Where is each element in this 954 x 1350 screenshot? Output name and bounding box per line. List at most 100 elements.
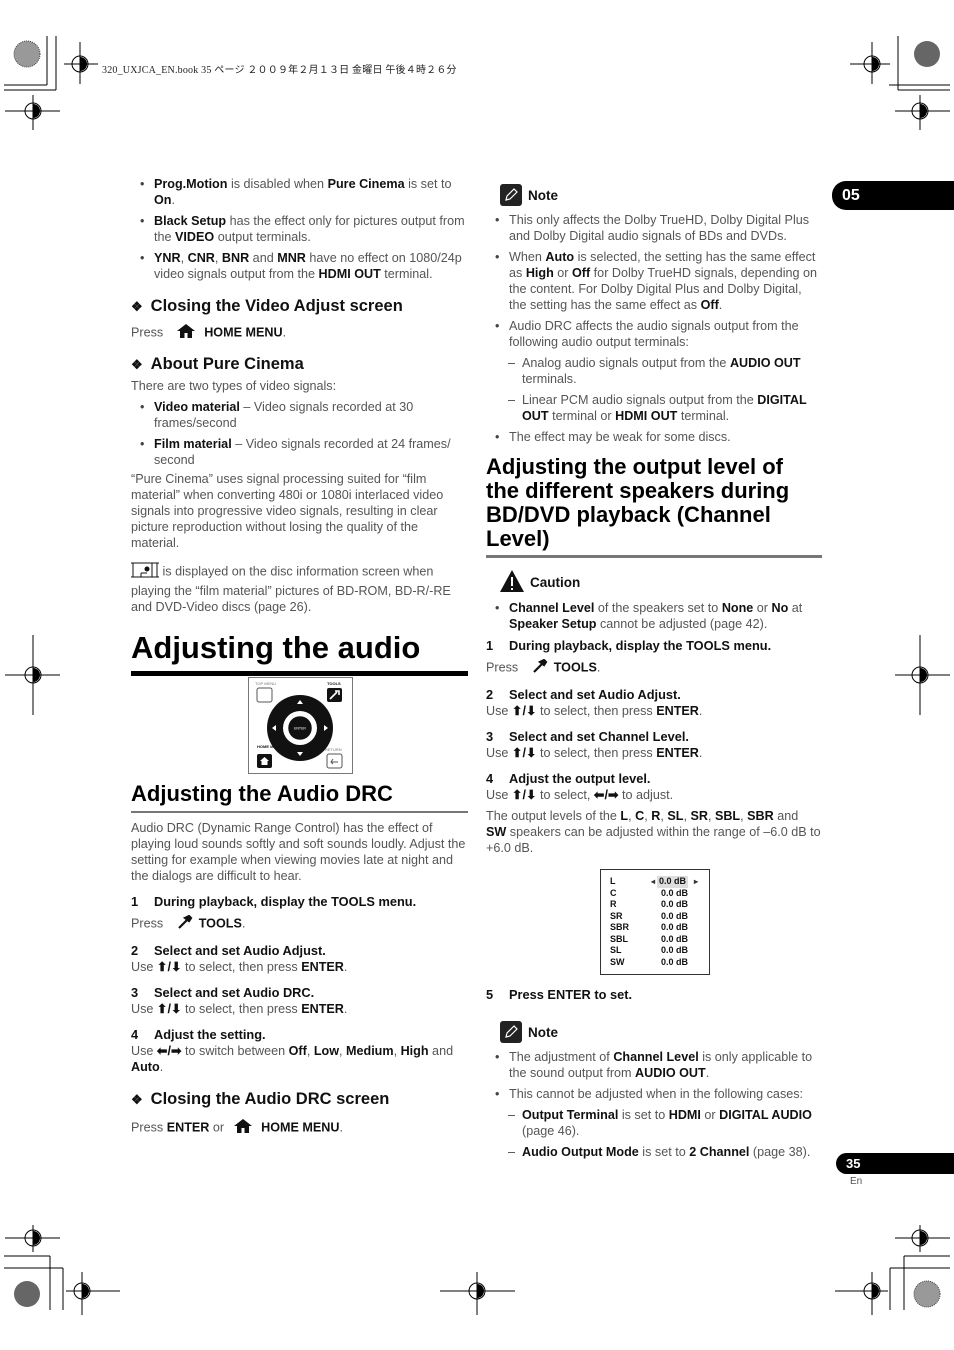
body-text: of the speakers set to	[594, 601, 722, 615]
enter-key-label: ENTER	[166, 1120, 210, 1135]
emphasis-text: 2 Channel	[689, 1145, 750, 1159]
body-text: ,	[707, 809, 715, 823]
list-item: Audio Output Mode is set to 2 Channel (p…	[486, 1144, 822, 1160]
closing-drc-instruction: Press ENTER or HOME MENU.	[131, 1119, 468, 1137]
increase-arrow-icon[interactable]: ▸	[694, 876, 698, 888]
list-item: This only affects the Dolby TrueHD, Dolb…	[486, 212, 822, 244]
emphasis-text: Auto	[545, 250, 575, 264]
remote-graphic: TOP MENU TOOLS ENTER HOME MENU RETURN	[255, 681, 343, 769]
right-column: Note This only affects the Dolby TrueHD,…	[486, 184, 822, 856]
step-3: 3 Select and set Audio DRC. Use ⬆/⬇ to se…	[131, 985, 468, 1017]
closing-video-instruction: Press HOME MENU.	[131, 324, 468, 342]
emphasis-text: R	[651, 809, 661, 823]
channel-value: 0.0 dB	[660, 956, 688, 967]
channel-row[interactable]: R 0.0 dB	[610, 899, 700, 911]
return-key[interactable]	[326, 753, 343, 769]
top-menu-key[interactable]	[256, 687, 273, 703]
instruction-text: to adjust.	[618, 788, 674, 802]
emphasis-text: Off	[288, 1044, 307, 1058]
pure-cinema-paragraph: “Pure Cinema” uses signal processing sui…	[131, 472, 444, 550]
diamond-icon: ❖	[131, 357, 143, 372]
emphasis-text: On	[154, 193, 172, 207]
emphasis-text: Audio Output Mode	[522, 1145, 639, 1159]
channel-row[interactable]: SW 0.0 dB	[610, 957, 700, 969]
up-down-arrows-icon: ⬆/⬇	[156, 1002, 182, 1016]
list-item: Audio DRC affects the audio signals outp…	[486, 318, 822, 350]
body-text: terminal.	[677, 409, 730, 423]
step-text: Adjust the setting.	[154, 1027, 266, 1042]
home-icon	[176, 324, 195, 342]
emphasis-text: CNR	[187, 251, 215, 265]
emphasis-text: SBR	[747, 809, 774, 823]
note-list: The adjustment of Channel Level is only …	[486, 1049, 822, 1102]
caution-list: Channel Level of the speakers set to Non…	[486, 600, 822, 632]
or-text: or	[209, 1120, 228, 1135]
emphasis-text: DIGITAL AUDIO	[719, 1108, 812, 1122]
body-text: Analog audio signals output from the	[522, 356, 730, 370]
body-text: output terminals.	[214, 230, 311, 244]
body-text: and	[773, 809, 799, 823]
emphasis-text: No	[771, 601, 789, 615]
tools-label: TOOLS	[327, 681, 341, 686]
heading-text: Closing the Video Adjust screen	[150, 297, 403, 315]
emphasis-text: Output Terminal	[522, 1108, 619, 1122]
note-list-end: The effect may be weak for some discs.	[486, 429, 822, 445]
emphasis-text: C	[635, 809, 645, 823]
channel-name: SR	[610, 910, 623, 921]
instruction-text: to select, then press	[181, 960, 302, 974]
home-menu-label: HOME MENU	[257, 744, 282, 749]
channel-row[interactable]: SL 0.0 dB	[610, 945, 700, 957]
home-icon	[233, 1119, 252, 1137]
emphasis-text: AUDIO OUT	[729, 356, 801, 370]
home-menu-button-label: HOME MENU	[261, 1120, 340, 1135]
emphasis-text: Speaker Setup	[509, 617, 597, 631]
emphasis-text: Off	[572, 266, 591, 280]
step-2: 2 Select and set Audio Adjust. Use ⬆/⬇ to…	[131, 943, 468, 975]
channel-row[interactable]: C 0.0 dB	[610, 888, 700, 900]
step-title: 1 During playback, display the TOOLS menu…	[131, 894, 468, 910]
channel-name: R	[610, 899, 617, 909]
heading-text: About Pure Cinema	[150, 355, 304, 373]
use-label: Use	[486, 746, 509, 760]
signal-types: Video material – Video signals recorded …	[131, 399, 468, 468]
list-item: Prog.Motion is disabled when Pure Cinema…	[131, 176, 468, 208]
channel-row[interactable]: SBL 0.0 dB	[610, 934, 700, 946]
body-text: ,	[393, 1044, 401, 1058]
diamond-icon: ❖	[131, 299, 143, 314]
body-text: ,	[339, 1044, 346, 1058]
channel-row[interactable]: SR 0.0 dB	[610, 911, 700, 923]
body-text: is set to	[638, 1145, 690, 1159]
channel-row[interactable]: ◂ ▸ L 0.0 dB	[610, 876, 700, 888]
channel-name: C	[610, 887, 617, 898]
body-text: This cannot be adjusted when in the foll…	[509, 1087, 804, 1101]
adjusting-audio-heading: Adjusting the audio	[131, 631, 468, 676]
body-text: is set to	[618, 1108, 669, 1122]
wrench-icon	[532, 658, 548, 677]
closing-video-heading: ❖ Closing the Video Adjust screen	[131, 296, 468, 317]
emphasis-text: SR	[690, 809, 708, 823]
step-text: During playback, display the TOOLS menu.	[154, 894, 417, 909]
step-number: 3	[486, 729, 494, 744]
step-text: Select and set Audio Adjust.	[509, 687, 681, 702]
emphasis-text: Auto	[131, 1060, 160, 1074]
left-right-arrows-icon: ⬅/➡	[593, 788, 619, 802]
emphasis-text: Low	[313, 1044, 339, 1058]
up-down-arrows-icon: ⬆/⬇	[156, 960, 182, 974]
about-pure-cinema-heading: ❖ About Pure Cinema	[131, 354, 468, 375]
closing-drc-heading: ❖ Closing the Audio DRC screen	[131, 1089, 468, 1110]
step-1: 1 During playback, display the TOOLS menu…	[131, 894, 468, 933]
list-item: Analog audio signals output from the AUD…	[486, 355, 822, 387]
use-label: Use	[486, 788, 509, 802]
emphasis-text: AUDIO OUT	[635, 1066, 706, 1080]
body-text: .	[718, 298, 723, 312]
note-heading: Note	[500, 184, 822, 206]
step-number: 1	[131, 894, 139, 909]
body-text: .	[705, 1066, 710, 1080]
body-text: ,	[306, 1044, 314, 1058]
channel-row[interactable]: SBR 0.0 dB	[610, 922, 700, 934]
body-text: speakers can be adjusted within the rang…	[486, 825, 821, 855]
caution-title-text: Caution	[530, 575, 581, 590]
list-item: Video material – Video signals recorded …	[131, 399, 468, 431]
decrease-arrow-icon[interactable]: ◂	[651, 876, 655, 888]
return-label: RETURN	[325, 747, 342, 752]
